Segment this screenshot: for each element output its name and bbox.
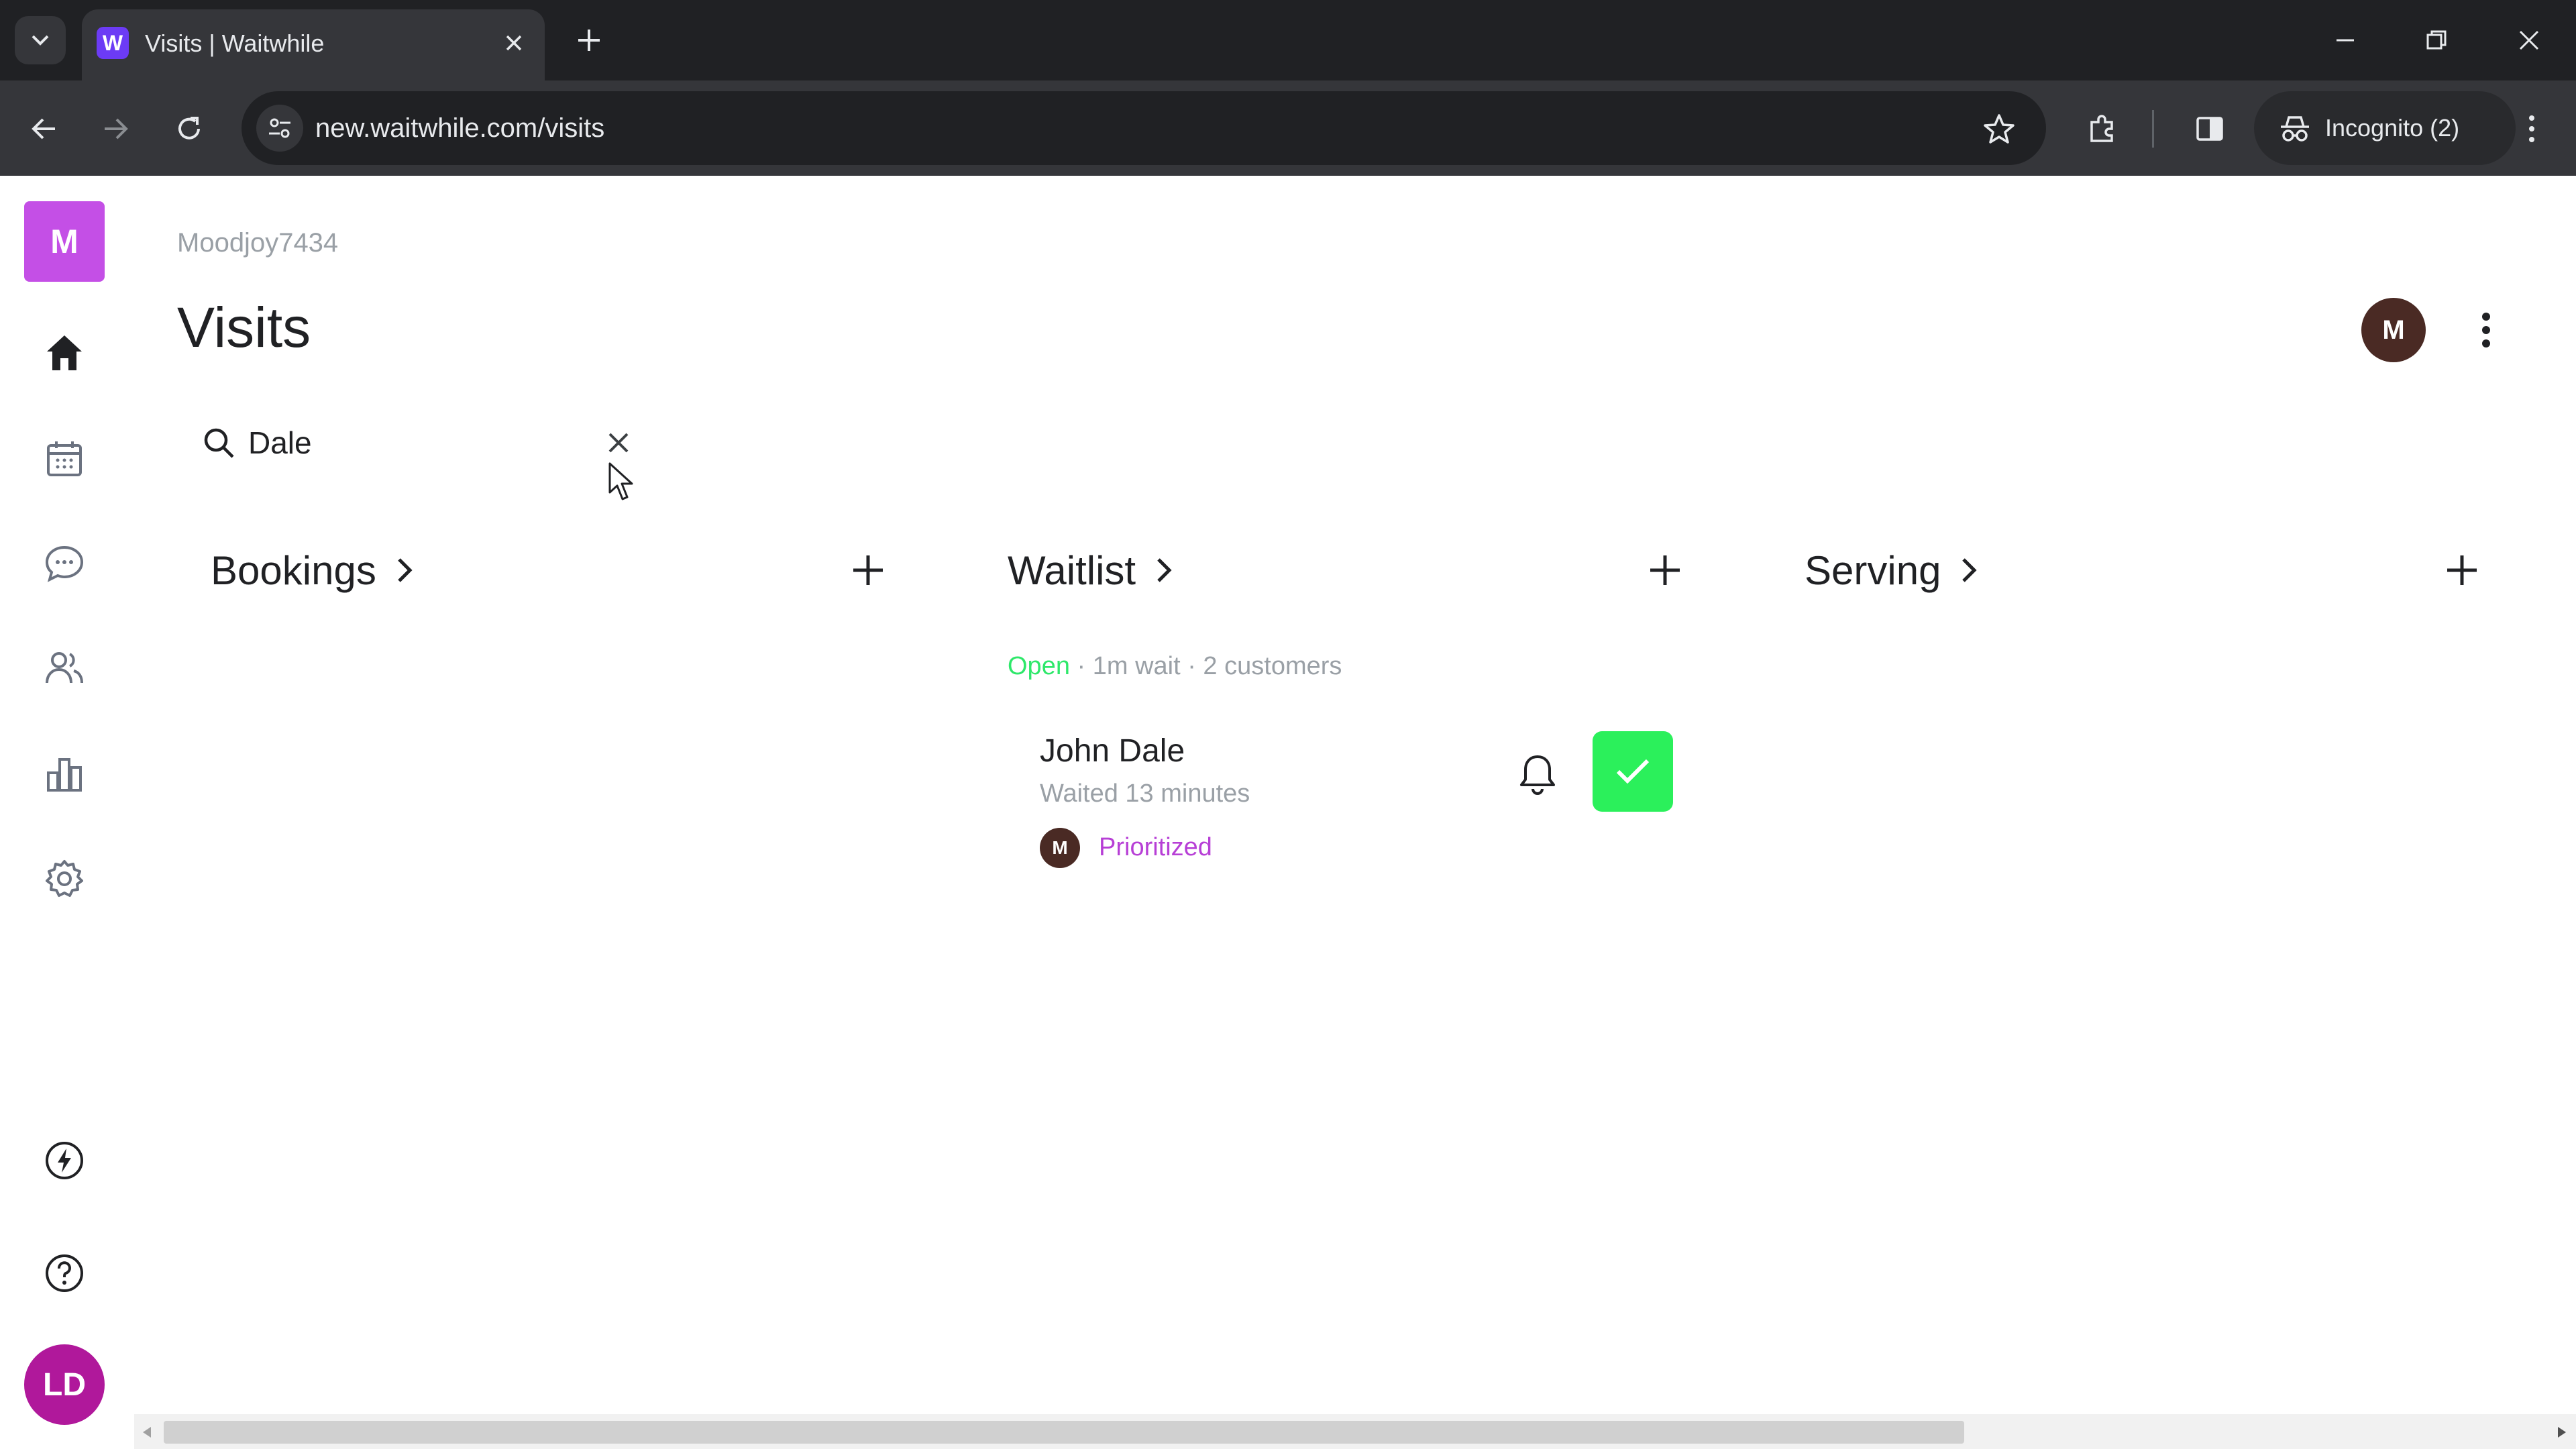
tab-close-icon[interactable] <box>498 27 530 59</box>
visit-card[interactable]: John Dale Waited 13 minutes M Prioritize… <box>1026 718 1684 885</box>
waitwhile-favicon-icon: W <box>97 27 129 59</box>
browser-titlebar: W Visits | Waitwhile <box>0 0 2576 80</box>
scroll-left-arrow-icon[interactable] <box>137 1422 157 1442</box>
chevron-right-icon <box>1149 555 1179 585</box>
extensions-puzzle-icon[interactable] <box>2074 101 2131 157</box>
back-arrow-icon[interactable] <box>16 101 72 157</box>
chevron-down-icon <box>32 35 49 46</box>
chevron-right-icon <box>1954 555 1984 585</box>
scrollbar-thumb[interactable] <box>164 1421 1964 1444</box>
browser-menu-kebab-icon[interactable] <box>2504 101 2560 157</box>
browser-tab-active[interactable]: W Visits | Waitwhile <box>82 9 545 80</box>
add-serving-plus-icon[interactable] <box>2435 543 2489 597</box>
serve-checkmark-button[interactable] <box>1593 731 1673 812</box>
lightning-bolt-icon[interactable] <box>38 1134 91 1187</box>
browser-toolbar: new.waitwhile.com/visits Incognito (2) <box>0 80 2576 176</box>
search-input[interactable] <box>248 420 570 466</box>
waitlist-title: Waitlist <box>1008 547 1136 593</box>
customers-people-icon[interactable] <box>38 641 91 695</box>
new-tab-plus-icon[interactable] <box>568 19 610 62</box>
address-bar[interactable]: new.waitwhile.com/visits <box>241 91 2046 165</box>
add-waitlist-plus-icon[interactable] <box>1638 543 1692 597</box>
settings-gear-icon[interactable] <box>38 852 91 906</box>
calendar-icon[interactable] <box>38 432 91 486</box>
app-sidebar: M LD <box>0 176 129 1449</box>
tab-search-button[interactable] <box>15 16 66 64</box>
search-box <box>188 409 651 476</box>
url-text: new.waitwhile.com/visits <box>315 113 605 143</box>
mouse-cursor-icon <box>608 462 633 500</box>
serving-title: Serving <box>1805 547 1941 593</box>
customer-name: John Dale <box>1040 733 1185 769</box>
user-avatar[interactable]: LD <box>24 1344 105 1425</box>
bookings-title: Bookings <box>211 547 376 593</box>
staff-avatar: M <box>1040 828 1080 868</box>
incognito-icon <box>2281 116 2309 142</box>
horizontal-scrollbar[interactable] <box>134 1414 2576 1449</box>
toolbar-divider <box>2152 110 2154 148</box>
bookings-column-header[interactable]: Bookings <box>211 537 419 604</box>
reload-icon[interactable] <box>161 101 217 157</box>
waitlist-status: Open · 1m wait · 2 customers <box>1008 652 1342 681</box>
bookmark-star-icon[interactable] <box>1979 109 2019 149</box>
help-question-icon[interactable] <box>38 1246 91 1300</box>
org-name: Moodjoy7434 <box>177 228 339 258</box>
messages-chat-icon[interactable] <box>38 537 91 590</box>
incognito-label: Incognito (2) <box>2325 114 2460 142</box>
clear-search-close-icon[interactable] <box>600 424 637 462</box>
forward-arrow-icon[interactable] <box>87 101 144 157</box>
wait-time: Waited 13 minutes <box>1040 780 1250 808</box>
side-panel-icon[interactable] <box>2182 101 2238 157</box>
more-options-kebab-icon[interactable] <box>2465 301 2508 360</box>
tab-title: Visits | Waitwhile <box>145 30 325 57</box>
site-info-tune-icon[interactable] <box>256 105 303 152</box>
scroll-right-arrow-icon[interactable] <box>2552 1422 2572 1442</box>
window-close-icon[interactable] <box>2496 13 2563 67</box>
waitlist-open-status: Open <box>1008 652 1070 680</box>
header-avatar[interactable]: M <box>2361 298 2426 362</box>
chevron-right-icon <box>390 555 419 585</box>
home-icon[interactable] <box>38 326 91 380</box>
checkmark-icon <box>1616 759 1650 784</box>
prioritized-tag: Prioritized <box>1099 833 1212 861</box>
org-logo[interactable]: M <box>24 201 105 282</box>
restore-icon[interactable] <box>2403 13 2470 67</box>
incognito-profile-chip[interactable]: Incognito (2) <box>2254 91 2516 165</box>
page-title: Visits <box>177 296 311 359</box>
analytics-bar-chart-icon[interactable] <box>38 747 91 801</box>
notify-bell-icon[interactable] <box>1511 747 1564 801</box>
waitlist-column-header[interactable]: Waitlist <box>1008 537 1179 604</box>
search-icon <box>199 423 239 463</box>
serving-column-header[interactable]: Serving <box>1805 537 1984 604</box>
add-booking-plus-icon[interactable] <box>841 543 895 597</box>
waitlist-status-details: · 1m wait · 2 customers <box>1069 652 1342 680</box>
minimize-icon[interactable] <box>2312 13 2379 67</box>
